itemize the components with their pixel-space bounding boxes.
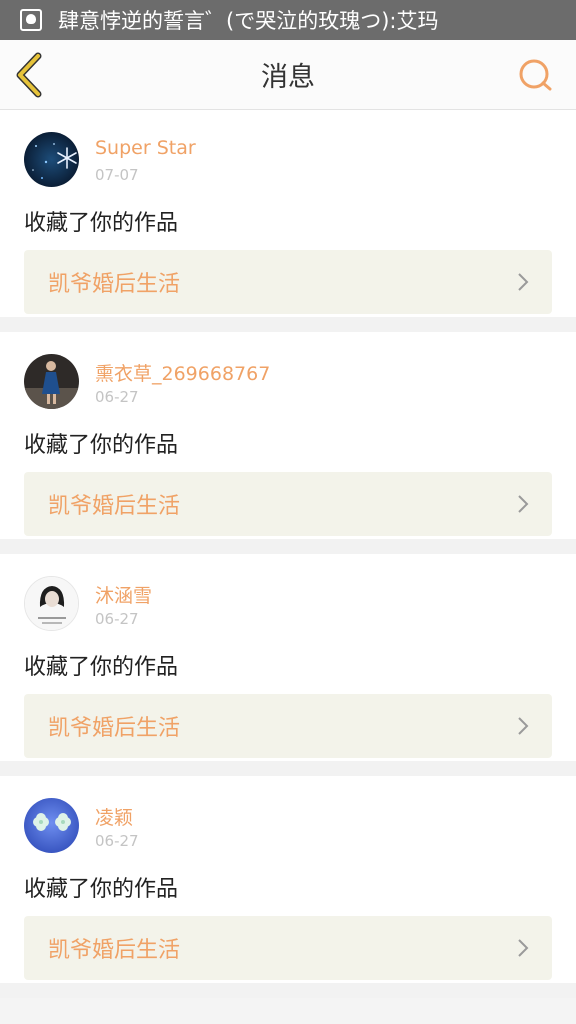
message-card: Super Star 07-07 收藏了你的作品 凯爷婚后生活	[0, 110, 576, 332]
message-card: 沐涵雪 06-27 收藏了你的作品 凯爷婚后生活	[0, 554, 576, 776]
work-link[interactable]: 凯爷婚后生活	[24, 472, 552, 536]
username[interactable]: 沐涵雪	[95, 581, 152, 608]
username[interactable]: 凌颖	[95, 803, 133, 830]
starry-snowflake-avatar-icon	[24, 132, 79, 187]
work-link[interactable]: 凯爷婚后生活	[24, 916, 552, 980]
girl-portrait-avatar-icon	[25, 577, 78, 630]
message-date: 06-27	[95, 832, 139, 850]
nav-bar: 消息	[0, 40, 576, 110]
chevron-right-icon	[518, 495, 529, 513]
avatar[interactable]	[24, 798, 79, 853]
woman-in-blue-dress-avatar-icon	[24, 354, 79, 409]
message-text: 收藏了你的作品	[24, 655, 179, 680]
work-link[interactable]: 凯爷婚后生活	[24, 694, 552, 758]
back-button[interactable]	[10, 52, 54, 98]
message-text: 收藏了你的作品	[24, 877, 179, 902]
status-bar: 肆意悖逆的誓言゛(で哭泣的玫瑰つ):艾玛	[0, 0, 576, 40]
avatar[interactable]	[24, 576, 79, 631]
message-date: 07-07	[95, 166, 139, 184]
message-text: 收藏了你的作品	[24, 211, 179, 236]
work-title: 凯爷婚后生活	[48, 272, 181, 297]
username[interactable]: 熏衣草_269668767	[95, 359, 270, 386]
message-date: 06-27	[95, 388, 139, 406]
page-title: 消息	[261, 62, 315, 93]
work-title: 凯爷婚后生活	[48, 938, 181, 963]
username[interactable]: Super Star	[95, 137, 196, 159]
message-card: 凌颖 06-27 收藏了你的作品 凯爷婚后生活	[0, 776, 576, 998]
message-card: 熏衣草_269668767 06-27 收藏了你的作品 凯爷婚后生活	[0, 332, 576, 554]
back-chevron-icon	[16, 52, 42, 98]
avatar[interactable]	[24, 132, 79, 187]
avatar[interactable]	[24, 354, 79, 409]
work-title: 凯爷婚后生活	[48, 716, 181, 741]
search-button[interactable]	[516, 56, 556, 96]
chevron-right-icon	[518, 273, 529, 291]
notification-text: 肆意悖逆的誓言゛(で哭泣的玫瑰つ):艾玛	[58, 9, 439, 33]
qq-notification-icon	[20, 9, 42, 31]
clover-blue-avatar-icon	[24, 798, 79, 853]
search-icon	[519, 59, 552, 91]
message-feed: Super Star 07-07 收藏了你的作品 凯爷婚后生活 熏衣草_2696…	[0, 110, 576, 998]
chevron-right-icon	[518, 939, 529, 957]
message-text: 收藏了你的作品	[24, 433, 179, 458]
work-title: 凯爷婚后生活	[48, 494, 181, 519]
work-link[interactable]: 凯爷婚后生活	[24, 250, 552, 314]
chevron-right-icon	[518, 717, 529, 735]
message-date: 06-27	[95, 610, 139, 628]
